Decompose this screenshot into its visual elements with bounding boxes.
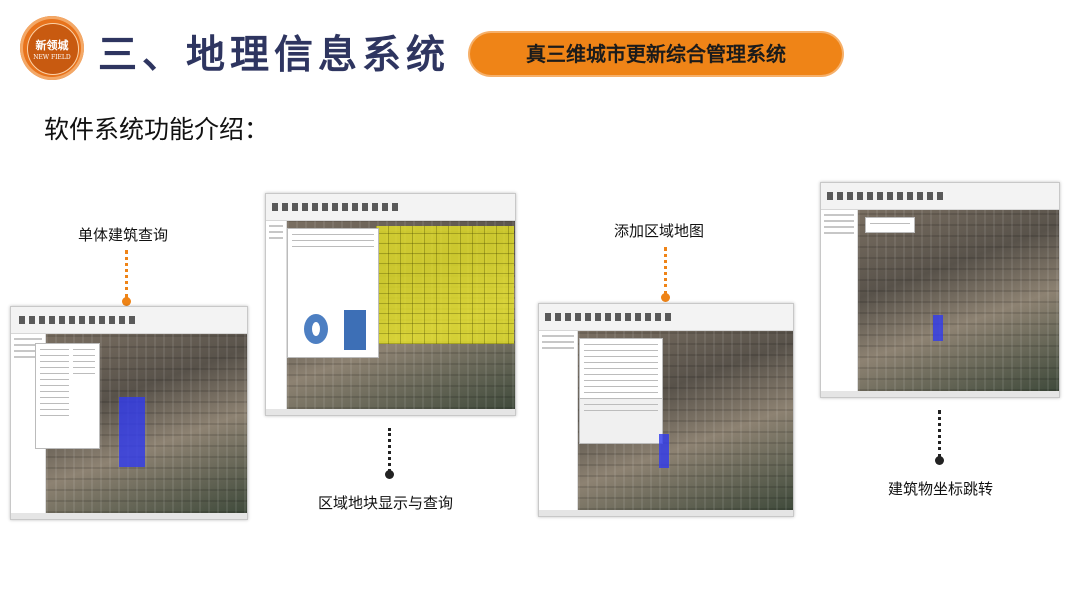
connector-line xyxy=(388,428,391,472)
parcel-overlay xyxy=(376,226,514,344)
highlighted-building xyxy=(659,434,669,468)
logo: 新领城 NEW FIELD xyxy=(20,16,84,80)
bar-chart xyxy=(344,310,366,350)
system-name-badge: 真三维城市更新综合管理系统 xyxy=(470,33,842,75)
screenshot-building-query xyxy=(10,306,248,520)
layer-tree xyxy=(821,210,858,391)
connector-dot xyxy=(661,293,670,302)
toolbar xyxy=(821,183,1059,210)
toolbar xyxy=(266,194,515,221)
connector-line xyxy=(125,250,128,298)
status-bar xyxy=(539,510,793,516)
layer-tree xyxy=(539,331,578,510)
target-building xyxy=(933,315,943,341)
feature-label-add-map: 添加区域地图 xyxy=(614,222,705,240)
donut-chart xyxy=(304,314,328,344)
coordinate-input-dialog xyxy=(865,217,915,233)
feature-label-coordinate-jump: 建筑物坐标跳转 xyxy=(888,480,994,498)
map-3d-view xyxy=(858,210,1059,391)
connector-dot xyxy=(935,456,944,465)
highlighted-building xyxy=(119,397,145,467)
logo-name-cn: 新领城 xyxy=(35,39,69,52)
status-bar xyxy=(266,409,515,415)
status-bar xyxy=(821,391,1059,397)
screenshot-add-map xyxy=(538,303,794,517)
connector-dot xyxy=(122,297,131,306)
dialog-footer xyxy=(579,398,663,444)
feature-label-building-query: 单体建筑查询 xyxy=(78,226,169,244)
connector-dot xyxy=(385,470,394,479)
layer-tree xyxy=(266,221,287,409)
status-bar xyxy=(11,513,247,519)
feature-label-parcel-query: 区域地块显示与查询 xyxy=(318,494,454,512)
page-title: 三、地理信息系统 xyxy=(98,33,451,78)
section-subtitle: 软件系统功能介绍： xyxy=(44,115,270,144)
connector-line xyxy=(938,410,941,458)
connector-line xyxy=(664,247,667,295)
toolbar xyxy=(11,307,247,334)
attribute-values xyxy=(69,343,100,449)
screenshot-parcel-query xyxy=(265,193,516,416)
logo-name-en: NEW FIELD xyxy=(33,54,71,61)
toolbar xyxy=(539,304,793,331)
screenshot-coordinate-jump xyxy=(820,182,1060,398)
